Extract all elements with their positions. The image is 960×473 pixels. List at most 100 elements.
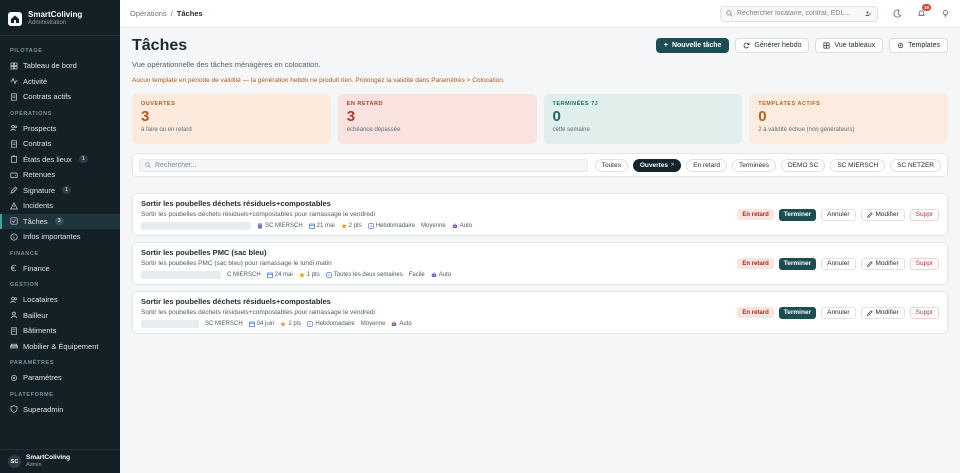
contract-icon xyxy=(10,140,18,148)
sidebar-item-locataires[interactable]: Locataires xyxy=(0,292,120,308)
task-actions: En retard Terminer Annuler Modifier Suppr xyxy=(737,257,939,270)
task-meta-item: SC MIERSCH xyxy=(257,223,303,229)
filter-chip-sc-netzer[interactable]: SC NETZER xyxy=(890,158,941,172)
users-icon xyxy=(10,124,18,132)
sidebar-item-prospects[interactable]: Prospects xyxy=(0,121,120,137)
task-body: Sortir les poubelles PMC (sac bleu) Sorti… xyxy=(141,248,737,279)
sidebar-item-contrats-actifs[interactable]: Contrats actifs xyxy=(0,89,120,105)
sidebar-item-infos-importantes[interactable]: Infos importantes xyxy=(0,229,120,245)
finish-button[interactable]: Terminer xyxy=(778,208,817,221)
delete-button-label: Suppr xyxy=(915,309,933,316)
filter-chip-sc-miersch[interactable]: SC MIERSCH xyxy=(830,158,886,172)
tables-view-button[interactable]: Vue tableaux xyxy=(815,38,884,53)
repeat-icon xyxy=(367,223,374,229)
global-search-input[interactable]: Rechercher locataire, contrat, EDL... xyxy=(720,5,878,22)
user-profile[interactable]: SC SmartColiving Admin xyxy=(0,449,120,473)
contract-icon xyxy=(10,93,18,101)
stat-templates[interactable]: TEMPLATES ACTIFS 0 2 à validité échue (n… xyxy=(749,94,948,144)
templates-button[interactable]: Templates xyxy=(889,38,948,53)
task-title: Sortir les poubelles déchets résiduels+c… xyxy=(141,199,331,208)
edit-button[interactable]: Modifier xyxy=(860,208,905,221)
sidebar-item-superadmin[interactable]: Superadmin xyxy=(0,402,120,418)
task-meta-item: Moyenne xyxy=(421,223,446,229)
new-task-button[interactable]: + Nouvelle tâche xyxy=(655,38,730,53)
task-list: Sortir les poubelles déchets résiduels+c… xyxy=(132,193,948,334)
moon-icon[interactable] xyxy=(892,9,902,19)
user-icon xyxy=(10,311,18,319)
sidebar-item-label: Paramètres xyxy=(23,373,62,383)
lightbulb-icon[interactable] xyxy=(940,9,950,19)
sidebar-item-tableau-de-bord[interactable]: Tableau de bord xyxy=(0,58,120,74)
building-icon xyxy=(10,327,18,335)
filter-chip-demo-sc[interactable]: DEMO SC xyxy=(781,158,826,172)
task-description: Sortir les poubelles déchets résiduels+c… xyxy=(141,309,375,316)
breadcrumb-operations[interactable]: Opérations xyxy=(130,9,167,18)
delete-button[interactable]: Suppr xyxy=(909,306,939,319)
task-meta: C MIERSCH 24 mai 1 pts Toutes les deux sema… xyxy=(141,271,737,279)
wallet-icon xyxy=(10,171,18,179)
task-meta-text: 1 pts xyxy=(306,272,320,278)
edit-button[interactable]: Modifier xyxy=(860,306,905,319)
finish-button[interactable]: Terminer xyxy=(778,306,817,319)
cancel-button[interactable]: Annuler xyxy=(821,257,856,270)
pen-icon xyxy=(10,186,18,194)
sidebar-item-parametres[interactable]: Paramètres xyxy=(0,370,120,386)
sidebar-item-incidents[interactable]: Incidents xyxy=(0,198,120,214)
sidebar-item-activite[interactable]: Activité xyxy=(0,74,120,90)
finish-button-label: Terminer xyxy=(783,260,812,267)
finish-button[interactable]: Terminer xyxy=(778,257,817,270)
filter-chip-terminees[interactable]: Terminées xyxy=(732,158,776,172)
task-actions: En retard Terminer Annuler Modifier Suppr xyxy=(737,306,939,319)
filter-chips: Toutes Ouvertes × En retard Terminées DEMO SC… xyxy=(594,158,941,172)
star-icon xyxy=(298,272,305,278)
filter-chip-ouvertes[interactable]: Ouvertes × xyxy=(632,158,682,172)
robot-icon xyxy=(431,272,437,278)
status-badge: En retard xyxy=(737,258,774,269)
task-meta-item: Auto xyxy=(391,321,412,327)
task-meta-item: C MIERSCH xyxy=(227,272,261,278)
cancel-button-label: Annuler xyxy=(827,260,850,267)
sidebar-item-label: Activité xyxy=(23,76,48,86)
task-description: Sortir les poubelles déchets résiduels+c… xyxy=(141,211,375,218)
cancel-button[interactable]: Annuler xyxy=(821,306,856,319)
filter-chip-toutes[interactable]: Toutes xyxy=(594,158,628,172)
task-search-input[interactable]: Rechercher... xyxy=(139,158,588,172)
edit-button[interactable]: Modifier xyxy=(860,257,905,270)
sidebar-count-badge: 3 xyxy=(54,217,64,226)
task-meta-text: Hebdomadaire xyxy=(375,223,416,229)
task-card[interactable]: Sortir les poubelles déchets résiduels+c… xyxy=(132,291,948,334)
sidebar-item-batiments[interactable]: Bâtiments xyxy=(0,323,120,339)
sidebar-item-finance[interactable]: Finance xyxy=(0,261,120,277)
stat-templates-value: 0 xyxy=(758,108,767,125)
filter-bar: Rechercher... Toutes Ouvertes × En retard Te… xyxy=(132,153,948,177)
tables-view-label: Vue tableaux xyxy=(834,42,876,49)
sidebar-item-taches[interactable]: Tâches 3 xyxy=(0,213,120,229)
delete-button[interactable]: Suppr xyxy=(909,208,939,221)
sidebar-item-label: Mobilier & Équipement xyxy=(23,341,99,351)
calendar-icon xyxy=(266,272,273,278)
redacted-assignee xyxy=(141,222,251,230)
sidebar-item-etats-des-lieux[interactable]: États des lieux 1 xyxy=(0,152,120,168)
sidebar-count-badge: 1 xyxy=(62,186,72,195)
bell-icon[interactable]: 19 xyxy=(916,3,931,19)
stat-late[interactable]: EN RETARD 3 échéance dépassée xyxy=(337,94,537,144)
sidebar-item-retenues[interactable]: Retenues xyxy=(0,167,120,183)
sidebar-item-bailleur[interactable]: Bailleur xyxy=(0,308,120,324)
sidebar-item-mobilier-equipement[interactable]: Mobilier & Équipement xyxy=(0,339,120,355)
stats-row: OUVERTES 3 à faire ou en retard EN RETAR… xyxy=(132,94,948,144)
task-card[interactable]: Sortir les poubelles déchets résiduels+c… xyxy=(132,193,948,236)
brand[interactable]: SmartColiving Administration xyxy=(0,0,120,36)
stat-open[interactable]: OUVERTES 3 à faire ou en retard xyxy=(132,94,331,144)
stat-done[interactable]: TERMINÉES 7J 0 cette semaine xyxy=(543,94,743,144)
sidebar-item-contrats[interactable]: Contrats xyxy=(0,136,120,152)
nav-section-operations: OPÉRATIONS xyxy=(10,110,52,117)
search-icon xyxy=(726,10,733,17)
cancel-button[interactable]: Annuler xyxy=(821,208,856,221)
delete-button[interactable]: Suppr xyxy=(909,257,939,270)
task-card[interactable]: Sortir les poubelles PMC (sac bleu) Sorti… xyxy=(132,242,948,285)
close-icon[interactable]: × xyxy=(671,162,674,168)
filter-chip-en-retard[interactable]: En retard xyxy=(686,158,728,172)
task-meta-item: Hebdomadaire xyxy=(367,223,416,229)
sidebar-item-signature[interactable]: Signature 1 xyxy=(0,183,120,199)
generate-weekly-button[interactable]: Générer hebdo xyxy=(735,38,810,53)
